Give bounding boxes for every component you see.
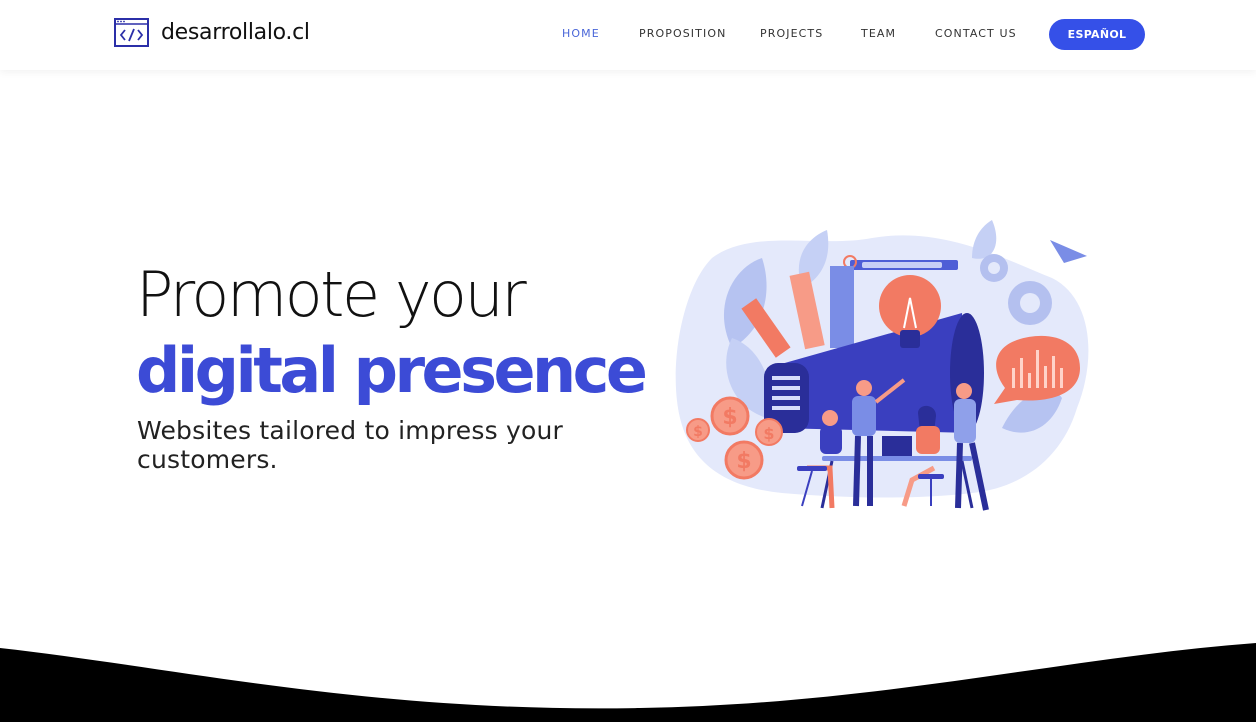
hero-illustration: $ $ $ $ <box>675 220 1089 511</box>
nav-team[interactable]: TEAM <box>861 27 896 40</box>
bottom-wave <box>0 643 1256 722</box>
hero-subtitle: Websites tailored to impress your custom… <box>137 416 563 474</box>
nav-projects[interactable]: PROJECTS <box>760 27 823 40</box>
navbar: desarrollalo.cl HOME PROPOSITION PROJECT… <box>0 0 1256 70</box>
svg-text:$: $ <box>722 405 737 430</box>
hero-title-line1: Promote your <box>136 258 527 331</box>
svg-text:$: $ <box>693 424 703 440</box>
svg-text:$: $ <box>763 424 774 443</box>
nav-contact-us[interactable]: CONTACT US <box>935 27 1017 40</box>
paper-plane-icon <box>1050 240 1087 263</box>
brand-name: desarrollalo.cl <box>161 20 310 45</box>
logo-link[interactable]: desarrollalo.cl <box>114 18 310 47</box>
language-button[interactable]: ESPAÑOL <box>1049 19 1145 50</box>
nav-home[interactable]: HOME <box>562 27 600 40</box>
hero-title-line2: digital presence <box>136 334 648 407</box>
svg-text:$: $ <box>736 449 751 474</box>
nav-proposition[interactable]: PROPOSITION <box>639 27 726 40</box>
code-window-icon <box>114 18 149 47</box>
